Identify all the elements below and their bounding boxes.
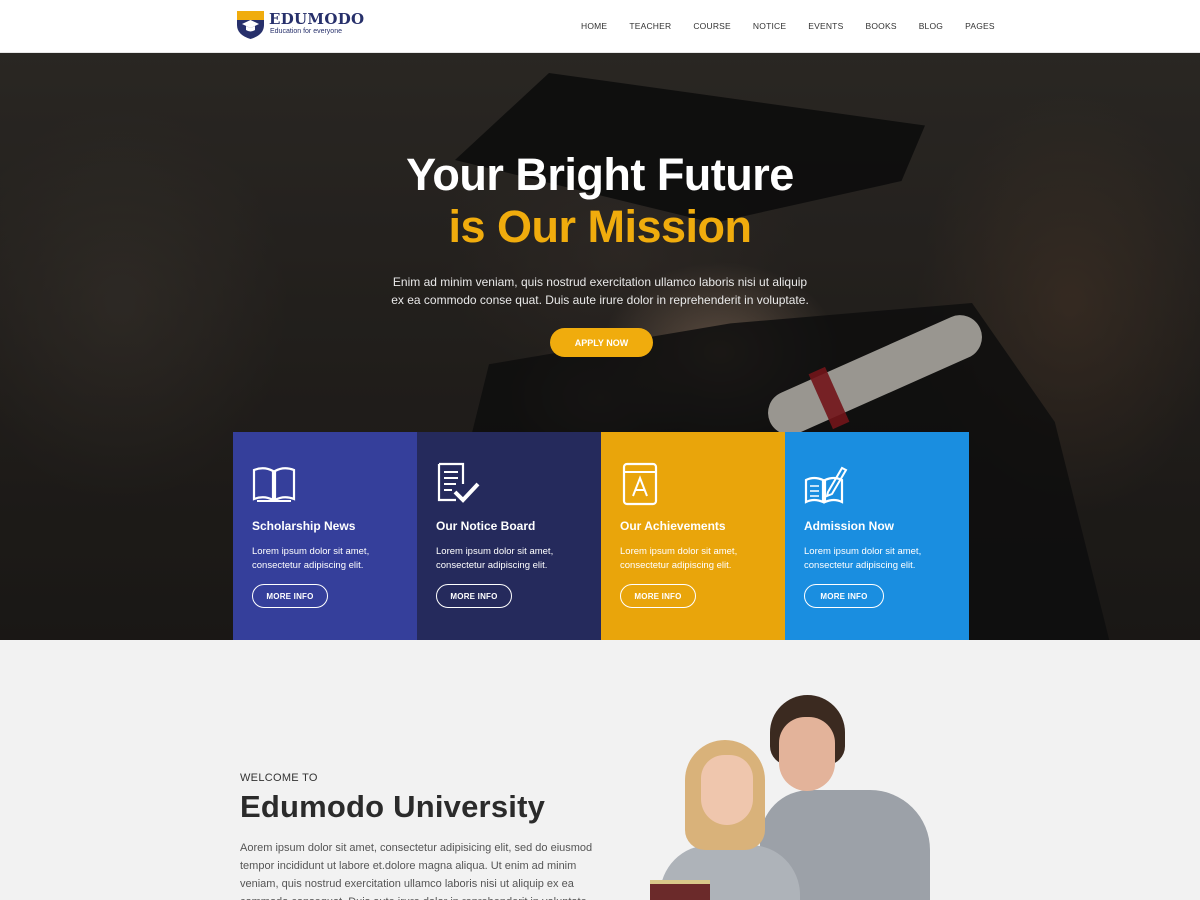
welcome-title: Edumodo University [240,789,546,824]
feature-achievements: Our Achievements Lorem ipsum dolor sit a… [601,432,785,640]
nav-item-course[interactable]: COURSE [693,21,731,31]
feature-text: Lorem ipsum dolor sit amet, consectetur … [252,546,370,571]
welcome-text: Aorem ipsum dolor sit amet, consectetur … [240,842,593,900]
book-a-icon [622,462,658,506]
welcome-kicker: WELCOME TO [240,772,318,784]
more-info-button[interactable]: MORE INFO [804,584,884,608]
welcome-section: WELCOME TO Edumodo University Aorem ipsu… [0,640,1200,900]
hero-description: Enim ad minim veniam, quis nostrud exerc… [391,275,809,307]
main-nav: HOME TEACHER COURSE NOTICE EVENTS BOOKS … [570,0,1006,52]
nav-item-blog[interactable]: BLOG [919,21,943,31]
books-image [650,880,710,900]
feature-scholarship-news: Scholarship News Lorem ipsum dolor sit a… [233,432,417,640]
more-info-button[interactable]: MORE INFO [252,584,328,608]
nav-item-teacher[interactable]: TEACHER [629,21,671,31]
hero-title-accent: is Our Mission [448,201,752,252]
feature-notice-board: Our Notice Board Lorem ipsum dolor sit a… [417,432,601,640]
site-header: EDUMODO Education for everyone HOME TEAC… [0,0,1200,53]
apply-now-button[interactable]: APPLY NOW [550,328,653,357]
nav-item-notice[interactable]: NOTICE [753,21,786,31]
book-pencil-icon [804,466,848,504]
nav-item-books[interactable]: BOOKS [865,21,896,31]
brand-logo[interactable]: EDUMODO Education for everyone [236,7,366,43]
feature-title: Our Notice Board [436,519,536,533]
brand-name: EDUMODO [269,10,365,28]
shield-logo-icon [237,11,264,39]
feature-boxes: Scholarship News Lorem ipsum dolor sit a… [233,432,969,640]
more-info-button[interactable]: MORE INFO [620,584,696,608]
feature-title: Admission Now [804,519,895,533]
more-info-button[interactable]: MORE INFO [436,584,512,608]
nav-item-pages[interactable]: PAGES [965,21,995,31]
feature-title: Our Achievements [620,519,726,533]
document-check-icon [437,462,480,503]
feature-title: Scholarship News [252,519,356,533]
nav-item-home[interactable]: HOME [581,21,607,31]
feature-text: Lorem ipsum dolor sit amet, consectetur … [436,546,554,571]
nav-item-events[interactable]: EVENTS [808,21,843,31]
feature-text: Lorem ipsum dolor sit amet, consectetur … [620,546,738,571]
students-photo [645,695,935,900]
feature-text: Lorem ipsum dolor sit amet, consectetur … [804,546,922,571]
hero-title: Your Bright Future [406,149,794,200]
open-book-icon [252,467,296,502]
feature-admission-now: Admission Now Lorem ipsum dolor sit amet… [785,432,969,640]
brand-tagline: Education for everyone [270,28,342,35]
